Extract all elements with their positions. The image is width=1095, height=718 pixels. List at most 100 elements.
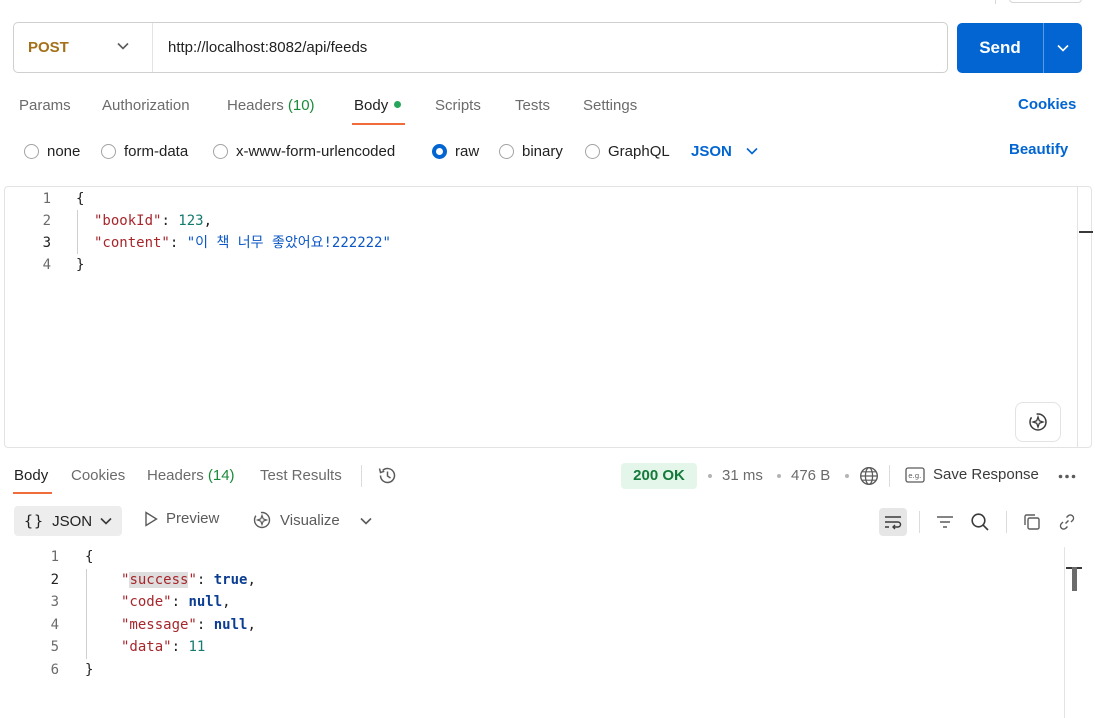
visualize-label: Visualize [280,511,340,529]
tab-tests[interactable]: Tests [515,96,550,116]
ai-assist-icon[interactable] [1015,402,1061,442]
svg-text:e.g.: e.g. [908,472,921,480]
history-icon[interactable] [377,465,398,486]
tab-params[interactable]: Params [19,96,71,116]
save-response-button[interactable]: e.g. Save Response [905,466,1039,483]
radio-checked-icon [432,143,447,159]
globe-icon[interactable] [859,466,879,486]
radio-circle-icon [585,143,600,159]
preview-button[interactable]: Preview [144,510,219,527]
body-format-select[interactable]: JSON [691,141,758,161]
tab-body[interactable]: Body [354,96,402,116]
visualize-icon [252,510,272,530]
radio-graphql[interactable]: GraphQL [585,141,670,161]
response-format-label: JSON [52,512,93,530]
resp-tab-test-results[interactable]: Test Results [260,466,342,486]
line-number: 2 [50,572,59,588]
radio-urlencoded[interactable]: x-www-form-urlencoded [213,141,395,161]
meta-separator-dot [845,474,849,478]
copy-icon[interactable] [1018,508,1046,536]
resp-tab-headers-label: Headers [147,467,204,484]
radio-circle-icon [499,143,514,159]
send-label: Send [979,38,1021,57]
cookies-link[interactable]: Cookies [1018,96,1076,113]
visualize-button[interactable]: Visualize [252,510,340,530]
radio-form-data[interactable]: form-data [101,141,188,161]
method-select[interactable]: POST [14,23,153,72]
radio-binary-label: binary [522,142,563,160]
request-body-editor[interactable]: 1 2 3 4 { "bookId": 123, "content": "이 책… [4,186,1093,448]
url-bar: POST http://localhost:8082/api/feeds [13,22,948,73]
radio-none-label: none [47,142,81,160]
beautify-button[interactable]: Beautify [1009,141,1068,158]
link-icon[interactable] [1053,508,1081,536]
response-time[interactable]: 31 ms [722,466,763,486]
resp-tab-body[interactable]: Body [14,466,48,486]
send-options-chevron-icon[interactable] [1043,23,1082,73]
wrap-lines-icon[interactable] [879,508,907,536]
chevron-down-icon [117,42,129,50]
code-line: } [85,662,94,678]
tab-settings[interactable]: Settings [583,96,637,116]
code-line: "code": null, [121,594,231,610]
indent-guide [86,569,87,659]
resp-tab-headers-count: (14) [207,467,235,484]
status-badge[interactable]: 200 OK [621,463,697,489]
scrollbar-thumb[interactable] [1072,567,1077,591]
line-number: 5 [50,639,59,655]
tab-scripts[interactable]: Scripts [435,96,481,116]
meta-separator-dot [708,474,712,478]
code-line: "message": null, [121,617,256,633]
line-number: 6 [50,662,59,678]
radio-none[interactable]: none [24,141,80,161]
radio-circle-icon [213,143,228,159]
code-line: "bookId": 123, [94,213,213,229]
response-body-viewer[interactable]: 1 2 3 4 5 6 { "success": true, "code": n… [0,545,1063,718]
line-number: 3 [50,594,59,610]
json-number: 11 [188,639,206,655]
search-icon[interactable] [966,508,994,536]
divider [919,511,920,533]
code-line: { [85,549,94,565]
more-options-icon[interactable] [1058,474,1076,479]
json-number: 123 [178,213,204,229]
chevron-down-icon[interactable] [360,517,372,525]
radio-graphql-label: GraphQL [608,142,670,160]
radio-binary[interactable]: binary [499,141,563,161]
send-button[interactable]: Send [957,23,1082,73]
top-control-edge [1009,0,1082,3]
braces-icon: {} [24,512,45,530]
tab-headers-count: (10) [287,97,315,114]
tab-headers[interactable]: Headers (10) [227,96,315,116]
radio-circle-icon [101,143,116,159]
tab-authorization[interactable]: Authorization [102,96,190,116]
chevron-down-icon [746,147,758,155]
json-key: "message" [121,617,197,633]
resp-tab-cookies[interactable]: Cookies [71,466,125,486]
json-boolean: true [213,572,248,588]
divider [1006,511,1007,533]
body-format-label: JSON [691,142,732,160]
json-string: "이 책 너무 좋았어요!222222" [186,235,391,251]
radio-raw-label: raw [455,142,480,160]
resp-tab-headers[interactable]: Headers (14) [147,466,235,486]
code-line: "content": "이 책 너무 좋았어요!222222" [94,235,391,251]
preview-label: Preview [166,510,220,527]
editor-scrollbar[interactable] [1077,187,1078,447]
top-divider [995,0,996,4]
json-key: success [129,572,189,588]
indent-guide [77,210,78,254]
filter-icon[interactable] [931,508,959,536]
url-input[interactable]: http://localhost:8082/api/feeds [168,23,938,72]
response-size[interactable]: 476 B [791,466,830,486]
response-format-select[interactable]: {} JSON [14,506,122,536]
line-number: 2 [42,213,51,229]
code-line: "data": 11 [121,639,206,655]
active-tab-indicator [352,123,405,125]
json-null: null [188,594,223,610]
response-scrollbar[interactable] [1064,547,1065,718]
json-key: "bookId" [94,213,162,229]
radio-raw[interactable]: raw [432,141,479,161]
divider [889,465,890,487]
json-key: "code" [121,594,172,610]
